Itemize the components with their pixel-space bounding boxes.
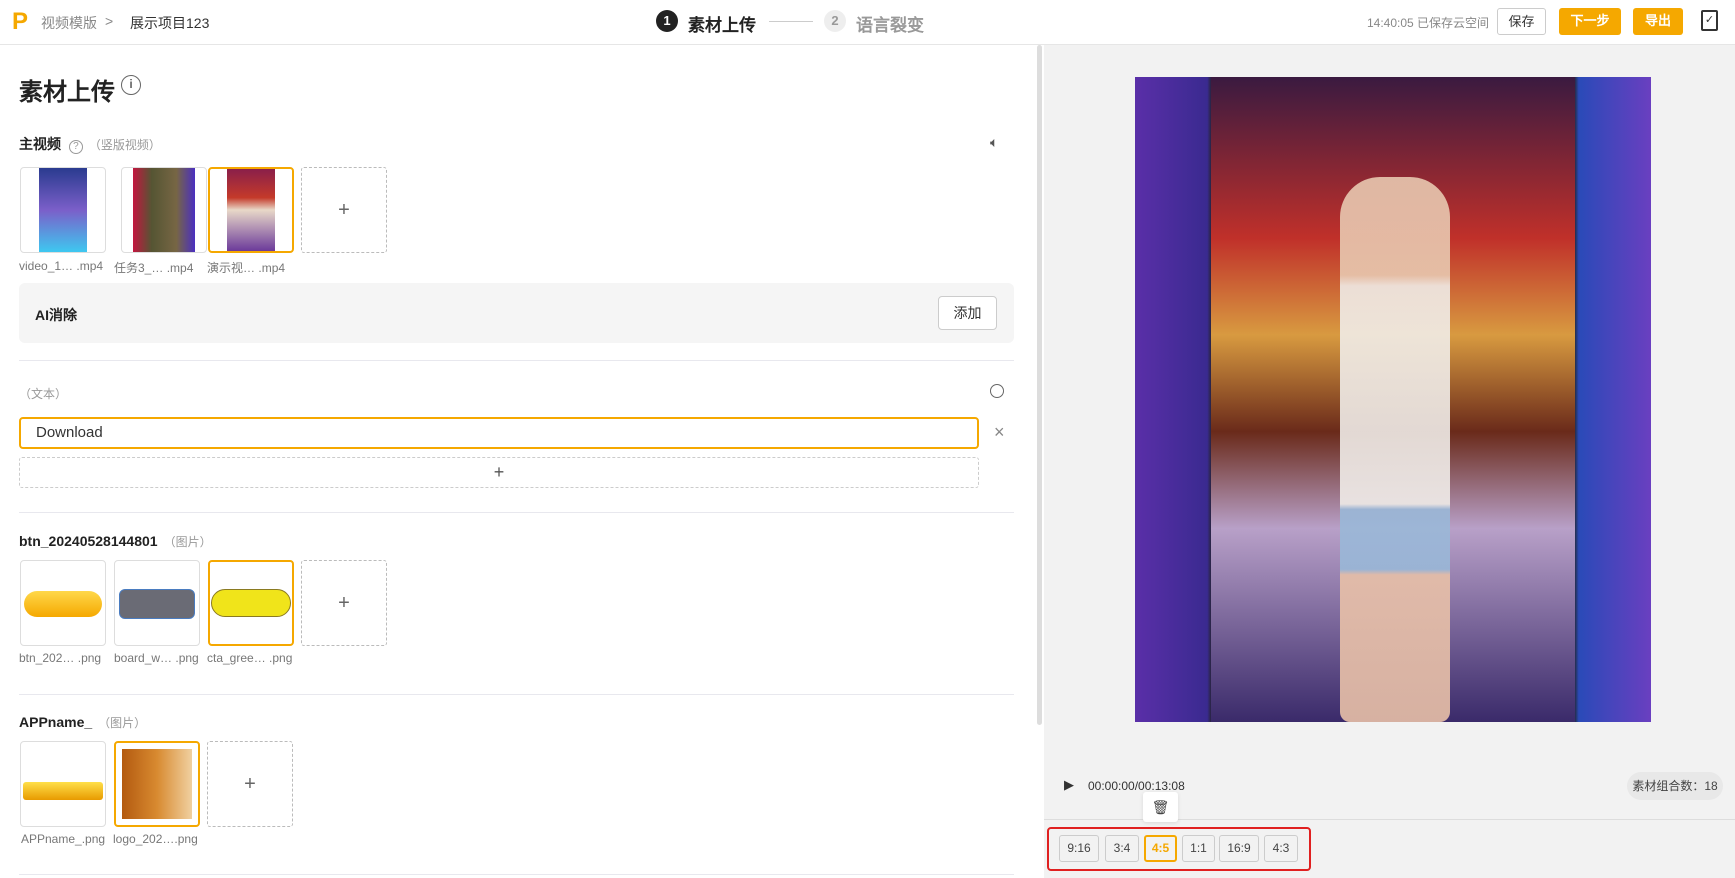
file-name-stem: board_w… xyxy=(114,651,173,665)
file-ext: .mp4 xyxy=(166,261,194,275)
video-preview[interactable] xyxy=(1135,77,1651,722)
file-name: logo_202….png xyxy=(113,832,203,846)
file-name: 任务3_… .mp4 xyxy=(114,259,204,276)
divider xyxy=(19,360,1014,361)
play-icon[interactable]: ▶ xyxy=(1064,777,1074,793)
delete-tooltip-trash-icon[interactable]: 🗑︎ xyxy=(1143,792,1178,822)
file-name: 演示视… .mp4 xyxy=(207,259,297,276)
file-name: board_w… .png xyxy=(114,651,204,665)
add-video-button[interactable]: + xyxy=(301,167,387,253)
file-name-stem: logo_202… xyxy=(113,832,175,846)
save-status: 14:40:05 已保存云空间 xyxy=(1367,16,1490,30)
clipboard-check-icon[interactable]: ✓ xyxy=(1701,10,1718,31)
step-1-number: 1 xyxy=(656,10,678,32)
file-name-stem: cta_gree… xyxy=(207,651,266,665)
export-button[interactable]: 导出 xyxy=(1633,8,1683,35)
close-icon[interactable]: × xyxy=(994,422,1005,443)
next-step-button[interactable]: 下一步 xyxy=(1559,8,1621,35)
step-1-label[interactable]: 素材上传 xyxy=(688,11,756,36)
app-logo[interactable]: P xyxy=(12,10,30,34)
file-name: btn_202… .png xyxy=(19,651,109,665)
image-thumbnail[interactable] xyxy=(20,741,106,827)
divider xyxy=(19,874,1014,875)
save-button[interactable]: 保存 xyxy=(1497,8,1546,35)
app-section-title: APPname_ xyxy=(19,714,93,730)
top-bar: P 视频模版 > 展示项目123 1 素材上传 2 语言裂变 14:40:05 … xyxy=(0,0,1735,45)
text-section-hint: （文本） xyxy=(19,387,68,401)
video-thumbnail-selected[interactable] xyxy=(208,167,294,253)
breadcrumb-project: 展示项目123 xyxy=(130,15,210,31)
ratio-3-4[interactable]: 3:4 xyxy=(1105,835,1139,862)
palette-icon[interactable] xyxy=(990,384,1004,398)
app-section-hint: （图片） xyxy=(98,716,147,730)
btn-section-title: btn_20240528144801 xyxy=(19,533,158,549)
ai-remove-label: AI消除 xyxy=(35,307,77,323)
file-name-stem: APPname_ xyxy=(21,832,82,846)
step-connector xyxy=(769,21,813,22)
image-thumbnail-selected[interactable] xyxy=(208,560,294,646)
file-name: cta_gree… .png xyxy=(207,651,297,665)
file-name: APPname_.png xyxy=(21,832,111,846)
breadcrumb-root[interactable]: 视频模版 xyxy=(41,13,97,33)
main-video-hint: （竖版视频） xyxy=(88,138,161,152)
file-ext: .png xyxy=(175,651,199,665)
image-thumbnail[interactable] xyxy=(20,560,106,646)
file-ext: .png xyxy=(77,651,102,665)
breadcrumb-separator-icon: > xyxy=(105,13,114,29)
divider xyxy=(19,512,1014,513)
ratio-4-3[interactable]: 4:3 xyxy=(1264,835,1298,862)
add-ai-remove-button[interactable]: 添加 xyxy=(938,296,997,330)
btn-section-label: btn_20240528144801 （图片） xyxy=(19,533,212,550)
image-thumbnail-selected[interactable] xyxy=(114,741,200,827)
page-title: 素材上传 xyxy=(19,79,115,106)
main-video-label: 主视频 ? （竖版视频） xyxy=(19,134,161,154)
volume-icon[interactable]: 🔈︎ xyxy=(990,134,998,151)
ratio-1-1[interactable]: 1:1 xyxy=(1182,835,1215,862)
combo-count-badge: 素材组合数：18 xyxy=(1627,772,1723,800)
video-thumbnail[interactable] xyxy=(20,167,106,253)
file-ext: .png xyxy=(81,832,106,846)
step-2-number: 2 xyxy=(824,10,846,32)
divider xyxy=(19,694,1014,695)
image-thumbnail[interactable] xyxy=(114,560,200,646)
btn-section-hint: （图片） xyxy=(163,535,212,549)
file-name-stem: video_1… xyxy=(19,259,74,273)
ratio-9-16[interactable]: 9:16 xyxy=(1059,835,1099,862)
ai-remove-panel: AI消除 添加 xyxy=(19,283,1014,343)
help-icon[interactable]: ? xyxy=(68,140,83,154)
add-image-button[interactable]: + xyxy=(301,560,387,646)
file-ext: .png xyxy=(174,832,198,846)
scrollbar[interactable] xyxy=(1037,45,1042,725)
main-video-title: 主视频 xyxy=(19,136,61,152)
step-2-label[interactable]: 语言裂变 xyxy=(856,11,924,36)
ratio-4-5-active[interactable]: 4:5 xyxy=(1144,835,1177,862)
file-ext: .png xyxy=(269,651,293,665)
file-name: video_1… .mp4 xyxy=(19,259,109,273)
combo-count-value: 18 xyxy=(1704,779,1718,793)
ratio-16-9[interactable]: 16:9 xyxy=(1219,835,1259,862)
presenter-figure xyxy=(1340,177,1450,722)
video-thumbnail[interactable] xyxy=(121,167,207,253)
info-icon[interactable]: i xyxy=(121,75,141,95)
file-ext: .mp4 xyxy=(76,259,104,273)
text-input[interactable]: Download xyxy=(19,417,979,449)
add-text-button[interactable]: + xyxy=(19,457,979,488)
file-ext: .mp4 xyxy=(258,261,286,275)
app-section-label: APPname_ （图片） xyxy=(19,714,146,731)
combo-count-label: 素材组合数： xyxy=(1632,779,1705,793)
add-image-button[interactable]: + xyxy=(207,741,293,827)
file-name-stem: 任务3_… xyxy=(114,261,164,275)
file-name-stem: 演示视… xyxy=(207,261,256,275)
time-display: 00:00:00/00:13:08 xyxy=(1088,779,1185,793)
file-name-stem: btn_202… xyxy=(19,651,75,665)
